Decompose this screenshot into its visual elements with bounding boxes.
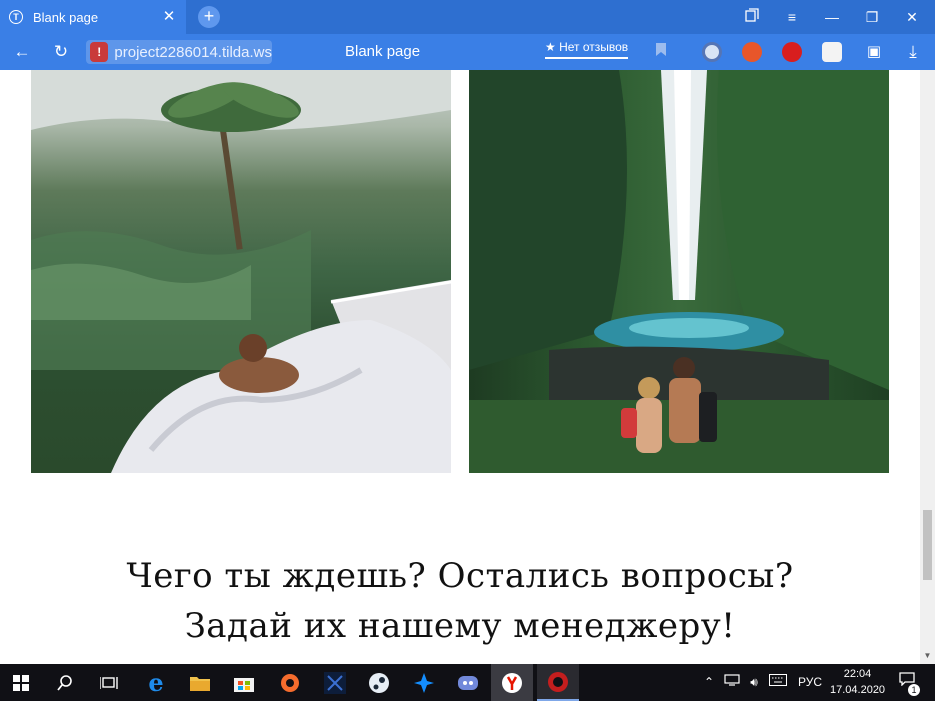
cta-heading-line-2: Задай их нашему менеджеру!	[184, 606, 736, 646]
task-view-icon[interactable]	[88, 664, 130, 701]
clock-time: 22:04	[843, 668, 872, 680]
keyboard-icon[interactable]	[767, 664, 789, 701]
tilda-favicon-icon: T	[9, 10, 23, 24]
recorder-app-icon[interactable]	[537, 664, 579, 701]
tab-title: Blank page	[33, 9, 99, 25]
scroll-thumb[interactable]	[923, 510, 932, 580]
tabs-overview-icon[interactable]	[733, 0, 771, 34]
menu-icon[interactable]: ≡	[773, 0, 811, 34]
reload-icon[interactable]: ↻	[47, 38, 75, 66]
network-icon[interactable]	[722, 664, 742, 701]
security-warning-icon[interactable]: !	[90, 42, 109, 62]
page-content: Чего ты ждешь? Остались вопросы? Задай и…	[0, 70, 920, 664]
cta-heading-line-1: Чего ты ждешь? Остались вопросы?	[126, 556, 794, 596]
battlenet-icon[interactable]	[403, 664, 445, 701]
download-icon[interactable]: ⤓	[899, 38, 927, 66]
address-bar[interactable]: ! project2286014.tilda.ws	[86, 40, 272, 64]
scroll-down-arrow-icon[interactable]: ▼	[920, 650, 935, 662]
mail-extension-icon[interactable]	[822, 42, 842, 62]
file-explorer-icon[interactable]	[179, 664, 221, 701]
system-clock[interactable]: 22:04 17.04.2020	[830, 666, 885, 698]
origin-icon[interactable]	[269, 664, 311, 701]
back-arrow-icon[interactable]: ←	[8, 38, 36, 66]
windows-taskbar: e ⌃ 🔊︎ РУС 22:04 17.04.2020 1	[0, 664, 935, 701]
discord-icon[interactable]	[447, 664, 489, 701]
notification-count-badge: 1	[908, 684, 920, 696]
minimize-button[interactable]: —	[813, 0, 851, 34]
waterfall-couple-photo	[469, 70, 889, 473]
fire-extension-icon[interactable]	[742, 42, 762, 62]
yandex-browser-taskbar-button[interactable]	[491, 664, 533, 701]
tropical-resort-photo	[31, 70, 451, 473]
reviews-button[interactable]: ★ Нет отзывов	[545, 40, 629, 59]
clock-date: 17.04.2020	[830, 684, 886, 696]
tab-strip: T Blank page ✕ + ≡ — ❐ ✕	[0, 0, 935, 34]
action-center-button[interactable]: 1	[894, 664, 920, 701]
browser-toolbar: ← ↻ ! project2286014.tilda.ws Blank page…	[0, 34, 935, 70]
restore-button[interactable]: ❐	[853, 0, 891, 34]
input-language-indicator[interactable]: РУС	[793, 664, 827, 701]
show-hidden-icons-icon[interactable]: ⌃	[700, 664, 718, 701]
bookmark-icon[interactable]	[647, 38, 675, 66]
edge-browser-icon[interactable]: e	[135, 664, 177, 701]
new-tab-button[interactable]: +	[198, 6, 220, 28]
page-scrollbar[interactable]: ▼	[920, 70, 935, 664]
window-close-button[interactable]: ✕	[893, 0, 931, 34]
start-button[interactable]	[0, 664, 42, 701]
page-title: Blank page	[345, 43, 421, 60]
adblock-hand-icon[interactable]	[782, 42, 802, 62]
store-icon[interactable]	[223, 664, 265, 701]
vpn-extension-icon[interactable]	[702, 42, 722, 62]
tab-blank-page[interactable]: T Blank page ✕	[0, 0, 186, 34]
search-icon[interactable]	[44, 664, 86, 701]
url-text: project2286014.tilda.ws	[114, 43, 272, 61]
steam-icon[interactable]	[358, 664, 400, 701]
collections-icon[interactable]: ▣	[860, 38, 888, 66]
game-app-icon[interactable]	[314, 664, 356, 701]
close-tab-icon[interactable]: ✕	[160, 8, 178, 26]
volume-icon[interactable]: 🔊︎	[744, 664, 764, 701]
